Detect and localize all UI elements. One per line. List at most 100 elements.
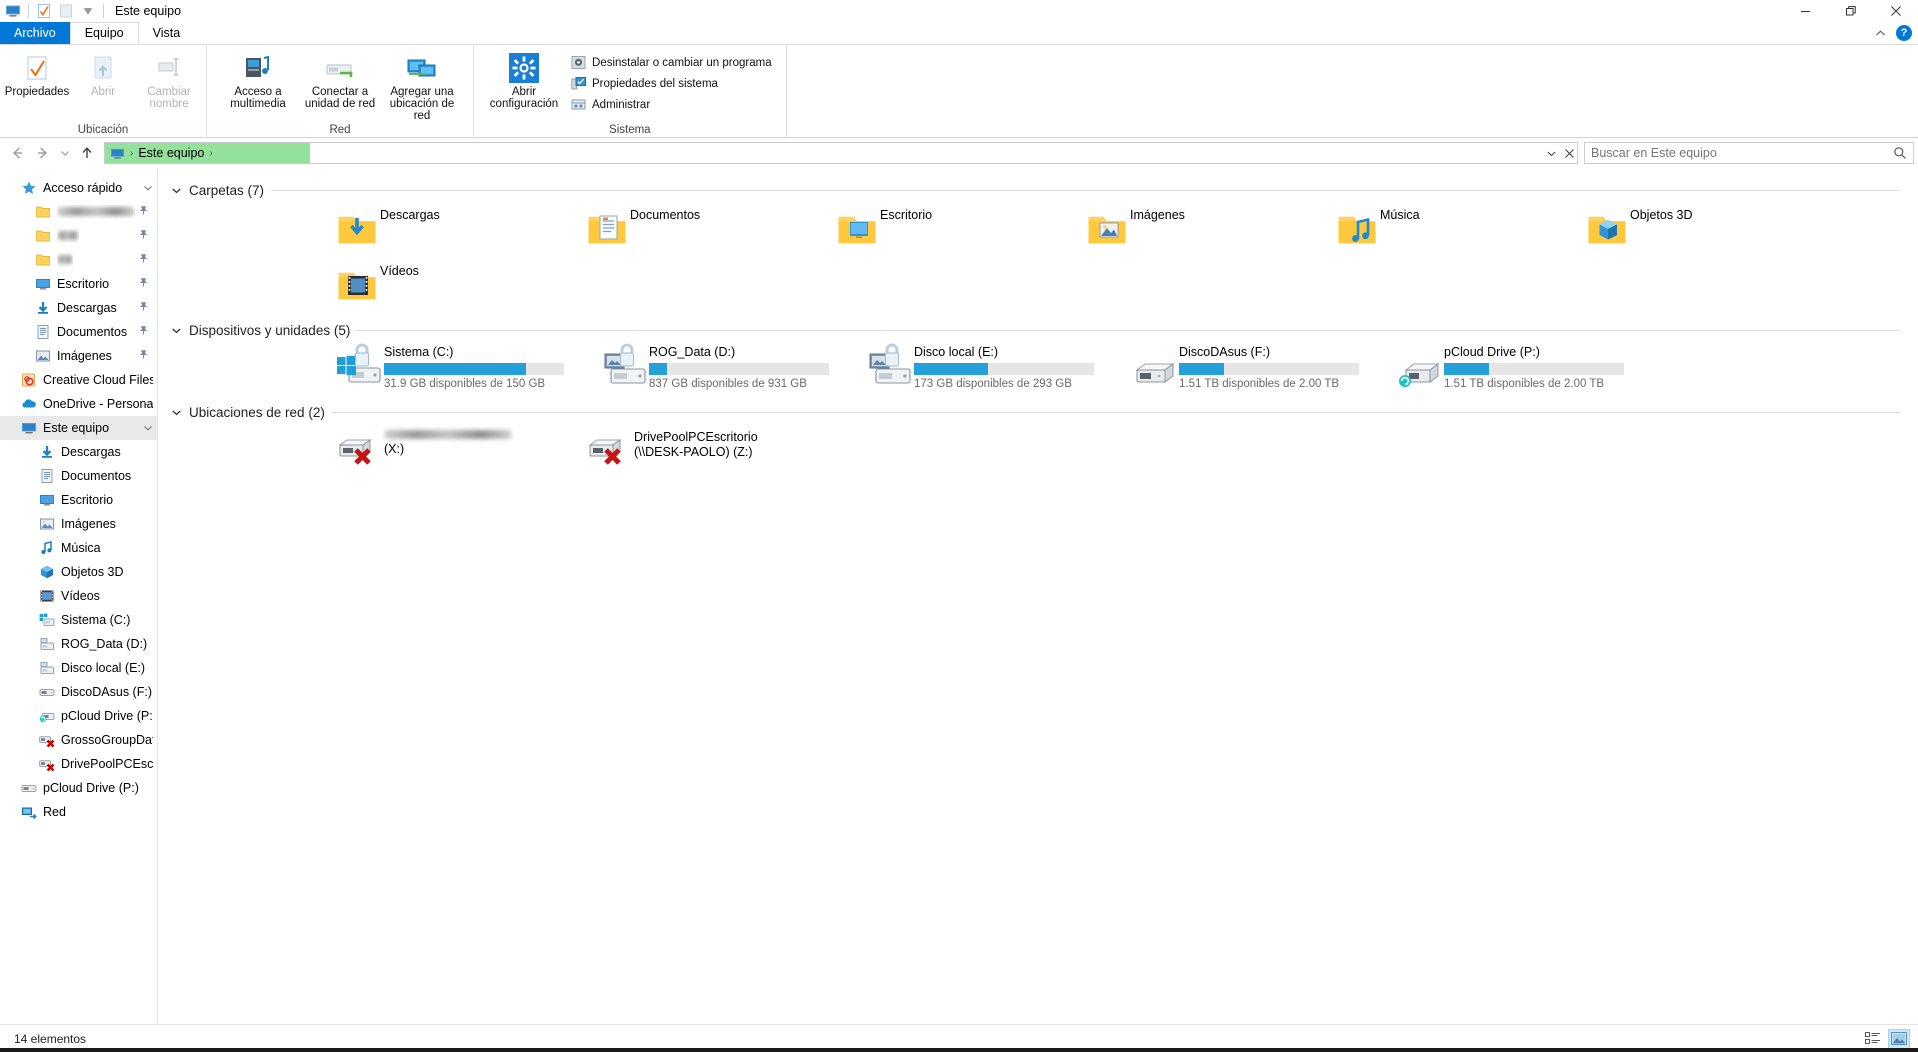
close-button[interactable] <box>1873 0 1918 22</box>
open-button[interactable]: Abrir <box>70 48 136 98</box>
sidebar-item-acceso-r-pido[interactable]: Acceso rápido <box>0 176 157 200</box>
pin-icon[interactable] <box>138 253 149 264</box>
folder-item[interactable]: Documentos <box>584 200 834 256</box>
network-location-item[interactable]: DrivePoolPCEscritorio(\\DESK-PAOLO) (Z:) <box>584 422 834 472</box>
folder-item[interactable]: Descargas <box>334 200 584 256</box>
rename-button[interactable]: Cambiar nombre <box>136 48 202 110</box>
forward-button[interactable] <box>30 140 56 166</box>
sidebar-item-pcloud-drive-p[interactable]: pCloud Drive (P:) <box>0 776 157 800</box>
network-location-item[interactable]: (X:) <box>334 422 584 472</box>
sidebar-item-onedrive-personal[interactable]: OneDrive - Personal <box>0 392 157 416</box>
toolbar-divider-2 <box>103 4 104 18</box>
properties-icon[interactable] <box>34 1 54 21</box>
drive-name: pCloud Drive (P:) <box>1444 345 1624 360</box>
restore-button[interactable] <box>1828 0 1873 22</box>
breadcrumb-item-este-equipo[interactable]: Este equipo <box>138 146 204 160</box>
media-server-button[interactable]: Acceso a multimedia <box>217 48 299 110</box>
navigation-pane[interactable]: Acceso rápidoEscritorioDescargasDocument… <box>0 168 158 1024</box>
recent-locations-button[interactable] <box>56 140 74 166</box>
search-input[interactable] <box>1591 146 1871 160</box>
sidebar-item-im-genes[interactable]: Imágenes <box>0 344 157 368</box>
tab-equipo[interactable]: Equipo <box>70 22 139 44</box>
drive-item[interactable]: ROG_Data (D:)837 GB disponibles de 931 G… <box>599 340 864 396</box>
sidebar-item-pcloud-drive-p[interactable]: pCloud Drive (P:) <box>0 704 157 728</box>
sidebar-item-objetos-3d[interactable]: Objetos 3D <box>0 560 157 584</box>
sidebar-item-creative-cloud-files[interactable]: Creative Cloud Files <box>0 368 157 392</box>
sidebar-item-sistema-c[interactable]: Sistema (C:) <box>0 608 157 632</box>
details-view-button[interactable] <box>1862 1029 1884 1049</box>
sidebar-item-descargas[interactable]: Descargas <box>0 440 157 464</box>
pin-icon[interactable] <box>138 349 149 360</box>
sidebar-item-rog-data-d[interactable]: ROG_Data (D:) <box>0 632 157 656</box>
chevron-down-icon[interactable] <box>1546 148 1557 159</box>
folder-item[interactable]: Vídeos <box>334 256 584 312</box>
sidebar-item-escritorio[interactable]: Escritorio <box>0 272 157 296</box>
drive-item[interactable]: Sistema (C:)31.9 GB disponibles de 150 G… <box>334 340 599 396</box>
folder-icon <box>34 227 52 245</box>
chevron-down-icon[interactable] <box>143 423 153 433</box>
search-box[interactable] <box>1584 142 1914 164</box>
chevron-down-icon[interactable] <box>170 406 182 418</box>
sidebar-item-grossogroupdata[interactable]: GrossoGroupData (\ <box>0 728 157 752</box>
sidebar-item-discodasus-f[interactable]: DiscoDAsus (F:) <box>0 680 157 704</box>
tab-archivo[interactable]: Archivo <box>0 22 70 44</box>
sidebar-item-redacted-1[interactable] <box>0 200 157 224</box>
breadcrumb-bar[interactable]: › Este equipo › <box>104 142 1578 164</box>
pin-icon[interactable] <box>138 325 149 336</box>
drive-item[interactable]: pCloud Drive (P:)1.51 TB disponibles de … <box>1394 340 1659 396</box>
manage-computer-button[interactable]: Administrar <box>570 96 772 113</box>
sidebar-item-documentos[interactable]: Documentos <box>0 464 157 488</box>
sidebar-item-descargas[interactable]: Descargas <box>0 296 157 320</box>
map-network-drive-button[interactable]: Conectar a unidad de red <box>299 48 381 110</box>
add-network-location-button[interactable]: Agregar una ubicación de red <box>381 48 463 122</box>
stop-icon[interactable] <box>1564 148 1575 159</box>
pin-icon[interactable] <box>138 277 149 288</box>
chevron-down-icon[interactable] <box>170 324 182 336</box>
section-header-network[interactable]: Ubicaciones de red (2) <box>158 402 1918 422</box>
sidebar-item-v-deos[interactable]: Vídeos <box>0 584 157 608</box>
up-button[interactable] <box>74 140 100 166</box>
minimize-button[interactable] <box>1783 0 1828 22</box>
breadcrumb-separator-1[interactable]: › <box>209 148 212 159</box>
file-list-view[interactable]: Carpetas (7) DescargasDocumentosEscritor… <box>158 168 1918 1024</box>
this-pc-icon[interactable] <box>3 1 23 21</box>
pin-icon[interactable] <box>138 229 149 240</box>
back-button[interactable] <box>4 140 30 166</box>
properties-button[interactable]: Propiedades <box>4 48 70 98</box>
sidebar-item-documentos[interactable]: Documentos <box>0 320 157 344</box>
folder-item[interactable]: Escritorio <box>834 200 1084 256</box>
sidebar-item-red[interactable]: Red <box>0 800 157 824</box>
open-settings-button[interactable]: Abrir configuración <box>488 48 560 110</box>
system-properties-icon <box>570 76 586 92</box>
folder-item[interactable]: Objetos 3D <box>1584 200 1834 256</box>
folder-item[interactable]: Imágenes <box>1084 200 1334 256</box>
chevron-down-icon[interactable] <box>143 183 153 193</box>
large-icons-view-button[interactable] <box>1888 1029 1910 1049</box>
sidebar-item-este-equipo[interactable]: Este equipo <box>0 416 157 440</box>
pin-icon[interactable] <box>138 205 149 216</box>
sidebar-item-disco-local-e[interactable]: Disco local (E:) <box>0 656 157 680</box>
section-header-drives[interactable]: Dispositivos y unidades (5) <box>158 320 1918 340</box>
search-icon[interactable] <box>1893 146 1907 160</box>
sidebar-item-redacted-3[interactable] <box>0 248 157 272</box>
uninstall-program-button[interactable]: Desinstalar o cambiar un programa <box>570 54 772 71</box>
sidebar-item-im-genes[interactable]: Imágenes <box>0 512 157 536</box>
sidebar-item-redacted-2[interactable] <box>0 224 157 248</box>
sidebar-item-escritorio[interactable]: Escritorio <box>0 488 157 512</box>
section-header-folders[interactable]: Carpetas (7) <box>158 180 1918 200</box>
pin-icon[interactable] <box>138 301 149 312</box>
sidebar-item-m-sica[interactable]: Música <box>0 536 157 560</box>
new-folder-icon[interactable] <box>56 1 76 21</box>
chevron-down-icon[interactable] <box>170 184 182 196</box>
chevron-up-icon[interactable] <box>1873 26 1887 40</box>
customize-dropdown-icon[interactable] <box>78 1 98 21</box>
drive-item[interactable]: Disco local (E:)173 GB disponibles de 29… <box>864 340 1129 396</box>
tab-vista[interactable]: Vista <box>139 22 195 44</box>
help-button[interactable]: ? <box>1896 25 1912 41</box>
sidebar-item-drivepoolpcescritor[interactable]: DrivePoolPCEscritor <box>0 752 157 776</box>
network-icon <box>20 803 38 821</box>
folder-item[interactable]: Música <box>1334 200 1584 256</box>
drive-item[interactable]: DiscoDAsus (F:)1.51 TB disponibles de 2.… <box>1129 340 1394 396</box>
system-properties-button[interactable]: Propiedades del sistema <box>570 75 772 92</box>
chevron-down-icon[interactable] <box>143 399 153 409</box>
